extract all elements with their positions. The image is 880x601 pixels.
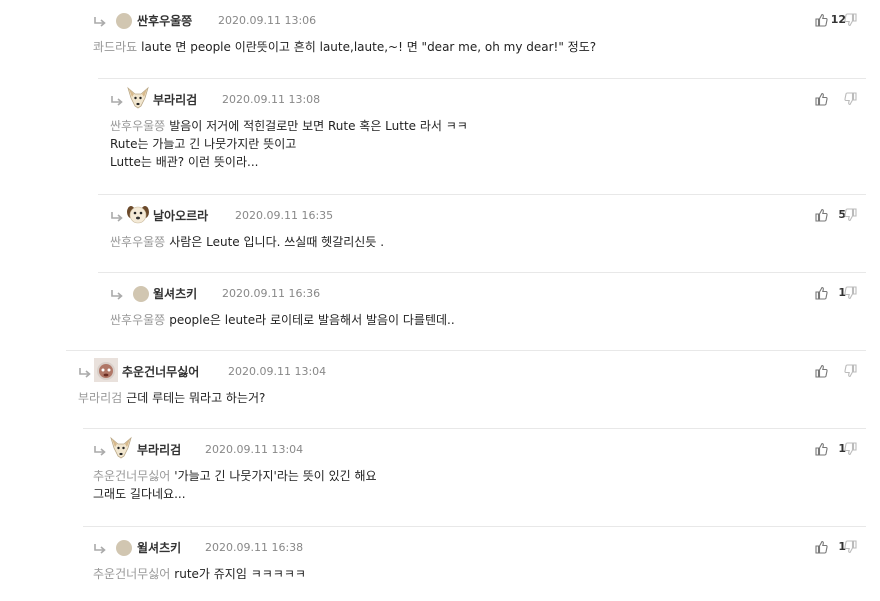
avatar[interactable] <box>126 202 150 226</box>
comment-line: Lutte는 배관? 이런 뜻이라... <box>110 153 468 171</box>
reply-arrow-icon <box>110 286 124 300</box>
reply-arrow-icon <box>93 442 107 456</box>
comment-author[interactable]: 부라리검 <box>137 441 181 458</box>
reply-arrow-icon <box>93 13 107 27</box>
comment-body: 싼후우울쯩 사람은 Leute 입니다. 쓰실때 헷갈리신듯 . <box>110 233 384 251</box>
thumbs-down-icon[interactable] <box>844 363 858 378</box>
avatar[interactable] <box>109 436 133 460</box>
mention-tag[interactable]: 콰드라됴 <box>93 40 137 54</box>
vote-controls: 5 <box>794 205 858 225</box>
comment-line: 추운건너무싫어 rute가 쥬지임 ㅋㅋㅋㅋㅋ <box>93 565 306 583</box>
avatar[interactable] <box>94 358 118 382</box>
comment-date: 2020.09.11 16:35 <box>235 209 334 222</box>
thumbs-down-icon[interactable] <box>844 539 858 554</box>
comment: 부라리검 2020.09.11 13:04 1 추운건너무싫어 '가늘고 긴 나뭇가지'… <box>83 428 866 514</box>
reply-arrow-icon <box>93 540 107 554</box>
comment-date: 2020.09.11 13:08 <box>222 93 321 106</box>
comment-date: 2020.09.11 16:36 <box>222 287 321 300</box>
comment-header: 부라리검 2020.09.11 13:04 1 <box>83 436 866 461</box>
comment-body: 싼후우울쯩 발음이 저거에 적힌걸로만 보면 Rute 혹은 Lutte 라서 ㅋ… <box>110 117 468 171</box>
vote-controls <box>794 361 858 381</box>
comment: 윌셔츠키 2020.09.11 16:38 1 추운건너무싫어 rute가 쥬지임 ㅋㅋ… <box>83 526 866 591</box>
comment-line: Rute는 가늘고 긴 나뭇가지란 뜻이고 <box>110 135 468 153</box>
vote-controls <box>794 89 858 109</box>
comment-line: 그래도 길다네요... <box>93 485 377 503</box>
comment-text: 근데 루테는 뭐라고 하는거? <box>126 391 266 405</box>
mention-tag[interactable]: 추운건너무싫어 <box>93 567 170 581</box>
avatar[interactable] <box>126 86 150 110</box>
comment-author[interactable]: 윌셔츠키 <box>153 285 197 302</box>
comment-date: 2020.09.11 13:06 <box>218 14 317 27</box>
comment-author[interactable]: 윌셔츠키 <box>137 539 181 556</box>
comment-header: 윌셔츠키 2020.09.11 16:36 1 <box>98 283 866 305</box>
mention-tag[interactable]: 싼후우울쯩 <box>110 119 165 133</box>
comment-text: Lutte는 배관? 이런 뜻이라... <box>110 155 259 169</box>
comment-body: 콰드라됴 laute 면 people 이란뜻이고 흔히 laute,laute,… <box>93 38 596 56</box>
comment-text: 그래도 길다네요... <box>93 487 186 501</box>
thumbs-up-icon[interactable] <box>814 441 828 456</box>
thumbs-down-icon[interactable] <box>844 91 858 106</box>
comment-body: 추운건너무싫어 '가늘고 긴 나뭇가지'라는 뜻이 있긴 해요그래도 길다네요..… <box>93 467 377 503</box>
comment-line: 추운건너무싫어 '가늘고 긴 나뭇가지'라는 뜻이 있긴 해요 <box>93 467 377 485</box>
comment-date: 2020.09.11 16:38 <box>205 541 304 554</box>
thumbs-up-icon[interactable] <box>814 91 828 106</box>
comment-text: 사람은 Leute 입니다. 쓰실때 헷갈리신듯 . <box>169 235 385 249</box>
comment-header: 날아오르라 2020.09.11 16:35 5 <box>98 205 866 227</box>
vote-controls: 1 <box>794 439 858 459</box>
comment: 부라리검 2020.09.11 13:08 싼후우울쯩 발음이 저거에 적힌걸로만 보… <box>98 78 866 182</box>
comment: 윌셔츠키 2020.09.11 16:36 1 싼후우울쯩 people은 leute라… <box>98 272 866 338</box>
reply-arrow-icon <box>78 364 92 378</box>
vote-controls: 1 <box>794 283 858 303</box>
vote-controls: 1 <box>794 537 858 557</box>
comment-text: rute가 쥬지임 ㅋㅋㅋㅋㅋ <box>174 567 306 581</box>
mention-tag[interactable]: 싼후우울쯩 <box>110 235 165 249</box>
comment-text: Rute는 가늘고 긴 나뭇가지란 뜻이고 <box>110 137 297 151</box>
comment-date: 2020.09.11 13:04 <box>205 443 304 456</box>
comment-date: 2020.09.11 13:04 <box>228 365 327 378</box>
comment-line: 콰드라됴 laute 면 people 이란뜻이고 흔히 laute,laute,… <box>93 38 596 56</box>
avatar[interactable] <box>133 286 149 302</box>
comment-body: 싼후우울쯩 people은 leute라 로이테로 발음해서 발음이 다를텐데.. <box>110 311 455 329</box>
comment: 추운건너무싫어 2020.09.11 13:04 부라리검 근데 루테는 뭐라고 하는… <box>66 350 866 416</box>
comment-header: 부라리검 2020.09.11 13:08 <box>98 86 866 111</box>
thumbs-down-icon[interactable] <box>844 285 858 300</box>
thumbs-up-icon[interactable] <box>814 363 828 378</box>
comment-text: 발음이 저거에 적힌걸로만 보면 Rute 혹은 Lutte 라서 ㅋㅋ <box>169 119 468 133</box>
comment-line: 싼후우울쯩 people은 leute라 로이테로 발음해서 발음이 다를텐데.. <box>110 311 455 329</box>
thumbs-up-icon[interactable] <box>814 285 828 300</box>
comment: 싼후우울쯩 2020.09.11 13:06 12 콰드라됴 laute 면 peopl… <box>81 10 866 88</box>
thumbs-up-icon[interactable] <box>814 12 828 27</box>
thumbs-down-icon[interactable] <box>844 441 858 456</box>
comment-author[interactable]: 날아오르라 <box>153 207 208 224</box>
comment-body: 추운건너무싫어 rute가 쥬지임 ㅋㅋㅋㅋㅋ <box>93 565 306 583</box>
comment-author[interactable]: 추운건너무싫어 <box>122 363 199 380</box>
mention-tag[interactable]: 싼후우울쯩 <box>110 313 165 327</box>
comment-text: people은 leute라 로이테로 발음해서 발음이 다를텐데.. <box>169 313 455 327</box>
thumbs-up-icon[interactable] <box>814 207 828 222</box>
thumbs-up-icon[interactable] <box>814 539 828 554</box>
vote-controls: 12 <box>794 10 858 30</box>
comment-body: 부라리검 근데 루테는 뭐라고 하는거? <box>78 389 265 407</box>
comment-line: 부라리검 근데 루테는 뭐라고 하는거? <box>78 389 265 407</box>
comment-line: 싼후우울쯩 사람은 Leute 입니다. 쓰실때 헷갈리신듯 . <box>110 233 384 251</box>
comment-header: 윌셔츠키 2020.09.11 16:38 1 <box>83 537 866 559</box>
comment-text: '가늘고 긴 나뭇가지'라는 뜻이 있긴 해요 <box>174 469 377 483</box>
comment-header: 싼후우울쯩 2020.09.11 13:06 12 <box>81 10 866 32</box>
thumbs-down-icon[interactable] <box>844 12 858 27</box>
comment-thread: 싼후우울쯩 2020.09.11 13:06 12 콰드라됴 laute 면 peopl… <box>0 0 880 601</box>
mention-tag[interactable]: 부라리검 <box>78 391 122 405</box>
avatar[interactable] <box>116 13 132 29</box>
comment-author[interactable]: 부라리검 <box>153 91 197 108</box>
comment-header: 추운건너무싫어 2020.09.11 13:04 <box>66 358 866 383</box>
thumbs-down-icon[interactable] <box>844 207 858 222</box>
comment: 날아오르라 2020.09.11 16:35 5 싼후우울쯩 사람은 Leute 입니다… <box>98 194 866 260</box>
comment-author[interactable]: 싼후우울쯩 <box>137 12 192 29</box>
avatar[interactable] <box>116 540 132 556</box>
reply-arrow-icon <box>110 92 124 106</box>
reply-arrow-icon <box>110 208 124 222</box>
mention-tag[interactable]: 추운건너무싫어 <box>93 469 170 483</box>
comment-line: 싼후우울쯩 발음이 저거에 적힌걸로만 보면 Rute 혹은 Lutte 라서 ㅋ… <box>110 117 468 135</box>
comment-text: laute 면 people 이란뜻이고 흔히 laute,laute,~! 면… <box>141 40 597 54</box>
